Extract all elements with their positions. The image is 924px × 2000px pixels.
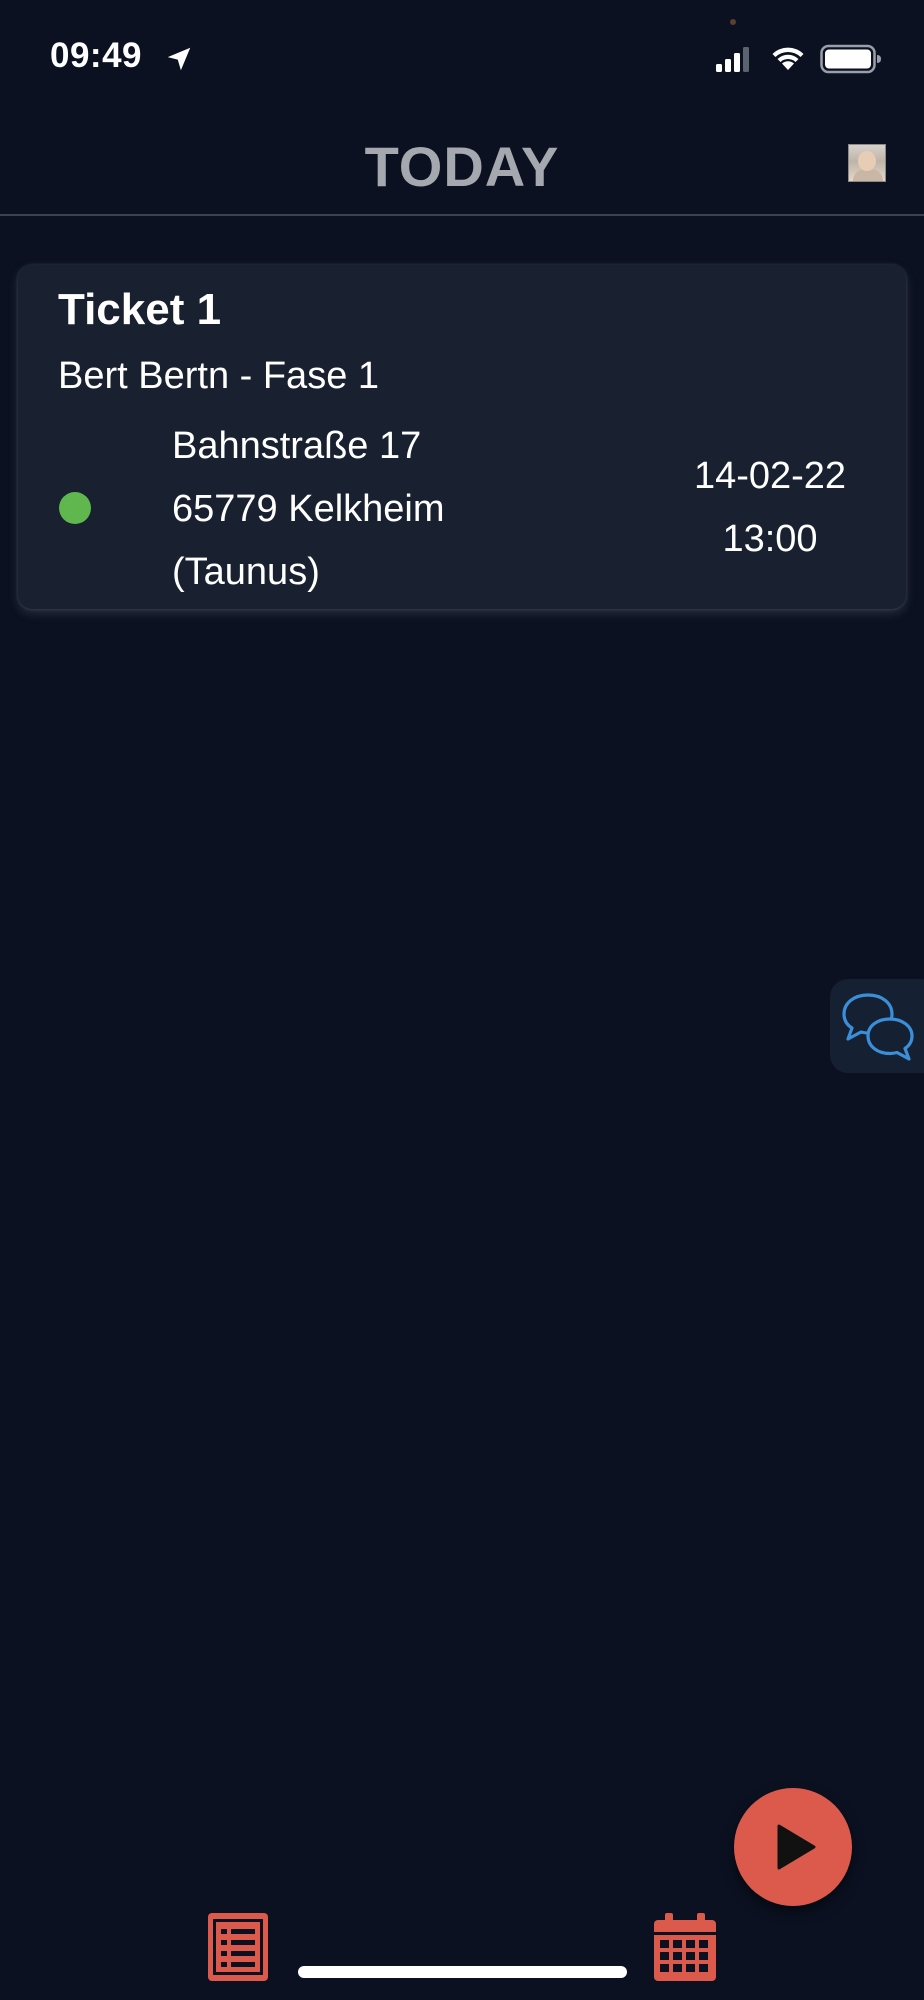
ticket-date: 14-02-22	[693, 455, 847, 497]
chat-bubbles-icon	[842, 993, 914, 1061]
avatar-face	[858, 151, 876, 171]
location-arrow-icon	[167, 47, 191, 71]
play-button[interactable]	[734, 1788, 852, 1906]
status-time: 09:49	[50, 36, 143, 75]
avatar[interactable]	[848, 144, 886, 182]
battery-icon	[820, 44, 881, 74]
ticket-address: Bahnstraße 17 65779 Kelkheim (Taunus)	[172, 415, 445, 604]
calendar-icon[interactable]	[653, 1912, 717, 1982]
wifi-icon	[772, 47, 804, 70]
ticket-datetime: 14-02-22 13:00	[670, 445, 870, 571]
address-city: 65779 Kelkheim	[172, 488, 445, 530]
header: TODAY	[0, 110, 924, 216]
today-screen: 09:49 TODAY Ticket 1 Bert Bertn - Fase 1…	[0, 0, 924, 2000]
ticket-card[interactable]: Ticket 1 Bert Bertn - Fase 1 Bahnstraße …	[18, 265, 906, 609]
list-icon[interactable]	[207, 1912, 269, 1982]
status-indicator-dot	[59, 492, 91, 524]
play-icon	[777, 1824, 816, 1870]
signal-icon	[716, 47, 749, 72]
chat-button[interactable]	[830, 979, 924, 1073]
status-bar: 09:49	[0, 0, 924, 110]
ticket-customer-phase: Bert Bertn - Fase 1	[58, 355, 380, 397]
home-indicator[interactable]	[298, 1966, 627, 1978]
ticket-time: 13:00	[722, 518, 818, 560]
page-title: TODAY	[364, 135, 560, 198]
address-street: Bahnstraße 17	[172, 425, 422, 467]
address-region: (Taunus)	[172, 551, 320, 593]
ticket-title: Ticket 1	[58, 285, 222, 334]
camera-indicator	[730, 19, 736, 25]
